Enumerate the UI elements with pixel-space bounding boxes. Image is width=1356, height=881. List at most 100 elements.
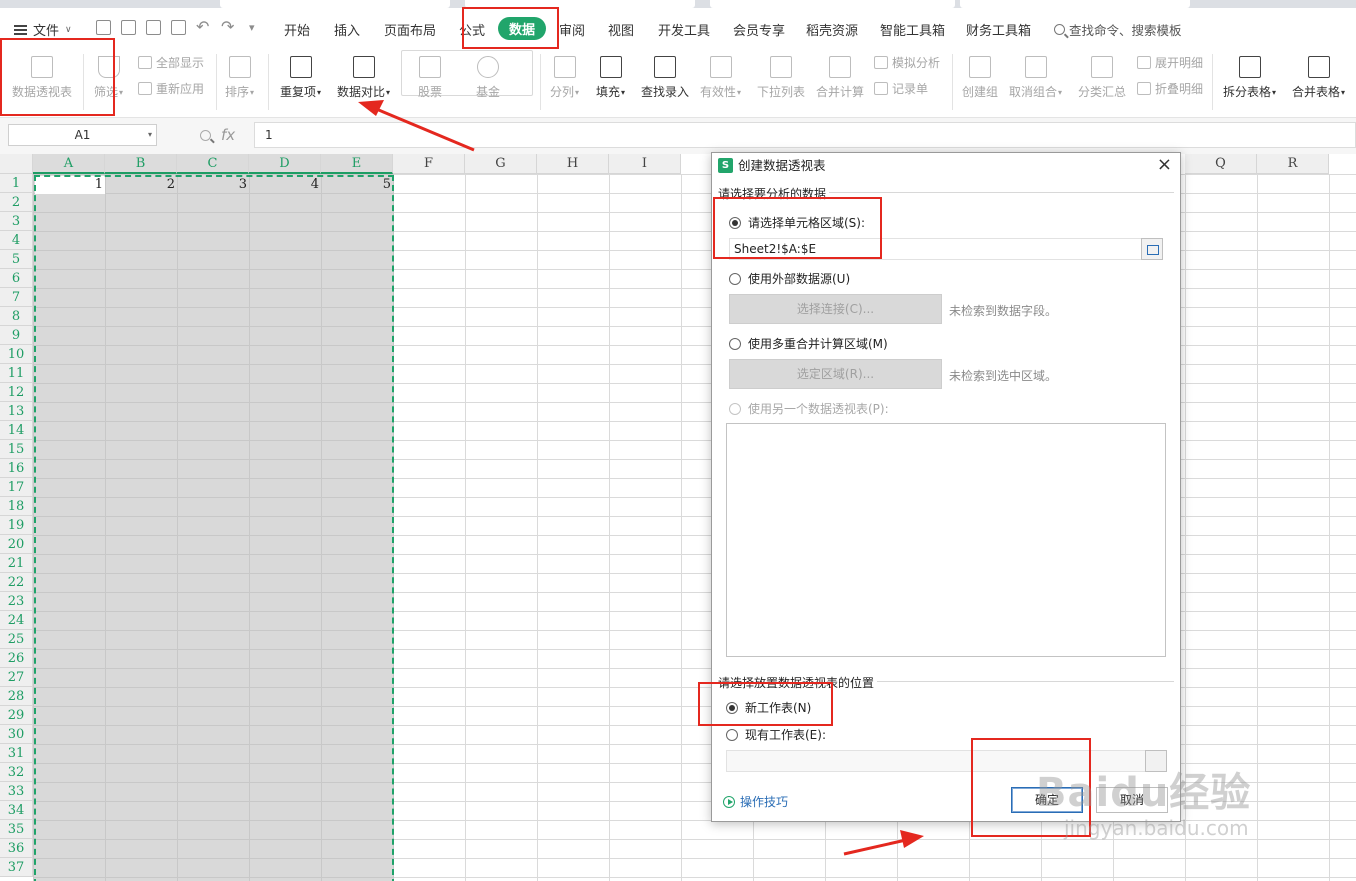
row-header[interactable]: 31 — [0, 744, 33, 763]
cell-value[interactable]: 5 — [323, 177, 391, 193]
column-header-b[interactable]: B — [105, 154, 177, 174]
row-header[interactable]: 8 — [0, 307, 33, 326]
merge-table-button[interactable]: 合并表格▾ — [1292, 56, 1345, 100]
split-table-button[interactable]: 拆分表格▾ — [1223, 56, 1276, 100]
row-header[interactable]: 30 — [0, 725, 33, 744]
fund-button[interactable]: 基金 — [476, 56, 500, 100]
file-menu[interactable]: 文件 ∨ — [14, 20, 72, 39]
dialog-title-bar[interactable]: S 创建数据透视表 × — [712, 153, 1180, 179]
row-header[interactable]: 11 — [0, 364, 33, 383]
consolidate-button[interactable]: 合并计算 — [816, 56, 864, 100]
radio-new-sheet[interactable]: 新工作表(N) — [726, 699, 811, 716]
pivot-table-button[interactable]: 数据透视表 — [12, 56, 72, 100]
row-header[interactable]: 19 — [0, 516, 33, 535]
tab-docer[interactable]: 稻壳资源 — [806, 20, 858, 39]
range-input[interactable]: Sheet2!$A:$E — [729, 238, 1142, 260]
row-header[interactable]: 21 — [0, 554, 33, 573]
row-header[interactable]: 28 — [0, 687, 33, 706]
tab-view[interactable]: 视图 — [608, 20, 634, 39]
radio-multi-consolidation[interactable]: 使用多重合并计算区域(M) — [729, 335, 888, 352]
print-icon[interactable] — [146, 20, 161, 35]
row-header[interactable]: 15 — [0, 440, 33, 459]
export-icon[interactable] — [121, 20, 136, 35]
location-picker-icon[interactable] — [1145, 750, 1167, 772]
column-header-c[interactable]: C — [177, 154, 249, 174]
tab-review[interactable]: 审阅 — [559, 20, 585, 39]
row-header[interactable]: 12 — [0, 383, 33, 402]
pivot-table-list[interactable] — [726, 423, 1166, 657]
row-header[interactable]: 33 — [0, 782, 33, 801]
sort-button[interactable]: 排序▾ — [225, 56, 254, 100]
ok-button[interactable]: 确定 — [1011, 787, 1083, 813]
row-header[interactable]: 5 — [0, 250, 33, 269]
row-header[interactable]: 22 — [0, 573, 33, 592]
dropdown-list-button[interactable]: 下拉列表 — [757, 56, 805, 100]
tab-formulas[interactable]: 公式 — [459, 20, 485, 39]
cell-value[interactable]: 3 — [179, 177, 247, 193]
quick-access-dropdown-icon[interactable]: ▾ — [249, 21, 255, 34]
row-header[interactable]: 24 — [0, 611, 33, 630]
tab-page-layout[interactable]: 页面布局 — [384, 20, 436, 39]
tab-smart-toolbox[interactable]: 智能工具箱 — [880, 20, 945, 39]
row-header[interactable]: 37 — [0, 858, 33, 877]
document-tab[interactable] — [710, 0, 955, 8]
row-header[interactable]: 29 — [0, 706, 33, 725]
row-header[interactable]: 16 — [0, 459, 33, 478]
selected-range[interactable] — [33, 174, 394, 881]
row-header[interactable]: 9 — [0, 326, 33, 345]
radio-external-source[interactable]: 使用外部数据源(U) — [729, 270, 850, 287]
document-tab[interactable] — [465, 0, 695, 8]
document-tab[interactable] — [960, 0, 1190, 8]
column-header-q[interactable]: Q — [1185, 154, 1257, 174]
row-header[interactable]: 36 — [0, 839, 33, 858]
row-header[interactable]: 6 — [0, 269, 33, 288]
row-header[interactable]: 1 — [0, 174, 33, 193]
column-header-e[interactable]: E — [321, 154, 393, 174]
column-header-r[interactable]: R — [1257, 154, 1329, 174]
cell-value[interactable]: 2 — [107, 177, 175, 193]
collapse-detail-button[interactable]: 折叠明细 — [1137, 80, 1203, 97]
duplicates-button[interactable]: 重复项▾ — [280, 56, 321, 100]
column-header-g[interactable]: G — [465, 154, 537, 174]
select-range-button[interactable]: 选定区域(R)... — [729, 359, 942, 389]
record-form-button[interactable]: 记录单 — [874, 80, 928, 97]
cell-value[interactable]: 1 — [35, 177, 103, 193]
row-header[interactable]: 14 — [0, 421, 33, 440]
chevron-down-icon[interactable]: ▾ — [148, 125, 152, 145]
close-icon[interactable]: × — [1157, 153, 1172, 177]
select-all-corner[interactable] — [0, 154, 33, 174]
tips-link[interactable]: 操作技巧 — [723, 793, 788, 810]
row-header[interactable]: 3 — [0, 212, 33, 231]
row-header[interactable]: 32 — [0, 763, 33, 782]
column-header-h[interactable]: H — [537, 154, 609, 174]
row-header[interactable]: 27 — [0, 668, 33, 687]
undo-icon[interactable]: ↶ — [196, 17, 209, 36]
what-if-button[interactable]: 模拟分析 — [874, 54, 940, 71]
stock-button[interactable]: 股票 — [418, 56, 442, 100]
save-icon[interactable] — [96, 20, 111, 35]
tab-developer[interactable]: 开发工具 — [658, 20, 710, 39]
cancel-button[interactable]: 取消 — [1096, 787, 1168, 813]
radio-cell-range[interactable]: 请选择单元格区域(S): — [729, 214, 865, 231]
column-header-f[interactable]: F — [393, 154, 465, 174]
range-picker-icon[interactable] — [1141, 238, 1163, 260]
tab-member[interactable]: 会员专享 — [733, 20, 785, 39]
row-header[interactable]: 13 — [0, 402, 33, 421]
tab-insert[interactable]: 插入 — [334, 20, 360, 39]
row-header[interactable]: 17 — [0, 478, 33, 497]
choose-connection-button[interactable]: 选择连接(C)... — [729, 294, 942, 324]
tab-home[interactable]: 开始 — [284, 20, 310, 39]
radio-existing-sheet[interactable]: 现有工作表(E): — [726, 726, 826, 743]
cell-value[interactable]: 4 — [251, 177, 319, 193]
reapply-button[interactable]: 重新应用 — [138, 80, 204, 97]
filter-button[interactable]: 筛选▾ — [94, 56, 123, 100]
location-input[interactable] — [726, 750, 1146, 772]
redo-icon[interactable]: ↷ — [221, 17, 234, 36]
document-tab[interactable] — [220, 0, 450, 8]
create-group-button[interactable]: 创建组 — [962, 56, 998, 100]
ungroup-button[interactable]: 取消组合▾ — [1009, 56, 1062, 100]
row-header[interactable]: 10 — [0, 345, 33, 364]
lookup-entry-button[interactable]: 查找录入 — [641, 56, 689, 100]
row-header[interactable]: 7 — [0, 288, 33, 307]
validity-button[interactable]: 有效性▾ — [700, 56, 741, 100]
